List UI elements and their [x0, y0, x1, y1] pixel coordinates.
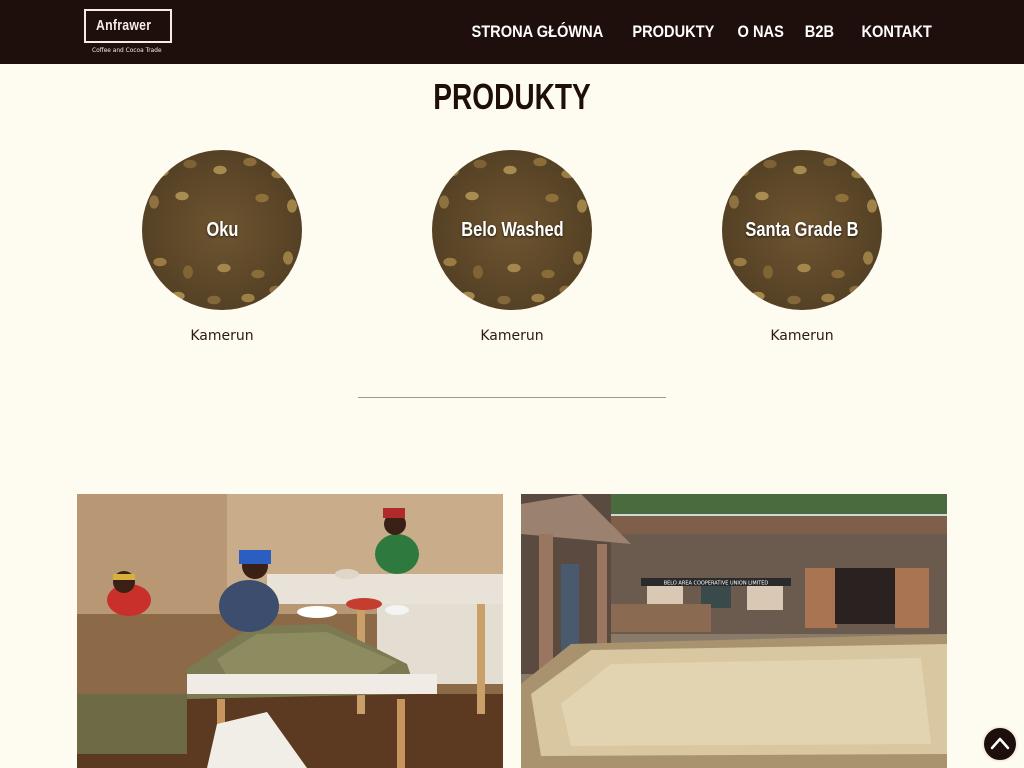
product-name-text: Oku: [206, 218, 238, 241]
nav-about[interactable]: O NAS: [738, 22, 784, 42]
nav-b2b[interactable]: B2B: [805, 22, 834, 42]
product-name-text: Santa Grade B: [745, 218, 859, 241]
product-origin: Kamerun: [480, 328, 544, 344]
product-name: Belo Washed: [432, 150, 592, 310]
product-card-oku[interactable]: Oku Kamerun: [142, 150, 302, 344]
nav-contact[interactable]: KONTAKT: [862, 22, 932, 42]
coffee-beans-image[interactable]: Belo Washed: [432, 150, 592, 310]
logo-tagline: Coffee and Cocoa Trade: [92, 46, 162, 54]
nav-home[interactable]: STRONA GŁÓWNA: [471, 22, 603, 42]
site-header: Anfrawer Coffee and Cocoa Trade STRONA G…: [0, 0, 1024, 64]
product-origin: Kamerun: [770, 328, 834, 344]
photo-coffee-sorting: [77, 494, 503, 768]
coffee-beans-image[interactable]: Santa Grade B: [722, 150, 882, 310]
product-name-text: Belo Washed: [460, 218, 564, 241]
site-logo[interactable]: Anfrawer Coffee and Cocoa Trade: [84, 9, 174, 57]
page-title: PRODUKTY: [0, 76, 1024, 118]
product-origin: Kamerun: [190, 328, 254, 344]
product-card-santa-grade-b[interactable]: Santa Grade B Kamerun: [722, 150, 882, 344]
photo-cooperative-building: BELO AREA COOPERATIVE UNION LIMITED: [521, 494, 947, 768]
main-nav: STRONA GŁÓWNA PRODUKTY O NAS B2B KONTAKT: [450, 0, 932, 64]
page-title-text: PRODUKTY: [433, 76, 591, 117]
chevron-up-icon: [990, 737, 1010, 750]
logo-name: Anfrawer: [96, 17, 152, 34]
cooperative-banner-text: BELO AREA COOPERATIVE UNION LIMITED: [664, 581, 769, 587]
logo-frame: Anfrawer: [84, 9, 172, 43]
scroll-to-top-button[interactable]: [982, 726, 1018, 762]
cooperative-building-illustration: BELO AREA COOPERATIVE UNION LIMITED: [521, 494, 947, 768]
nav-products[interactable]: PRODUKTY: [632, 22, 714, 42]
product-name: Santa Grade B: [722, 150, 882, 310]
product-name: Oku: [142, 150, 302, 310]
coffee-sorting-illustration: [77, 494, 503, 768]
section-divider: [358, 397, 666, 398]
coffee-beans-image[interactable]: Oku: [142, 150, 302, 310]
product-card-belo-washed[interactable]: Belo Washed Kamerun: [432, 150, 592, 344]
